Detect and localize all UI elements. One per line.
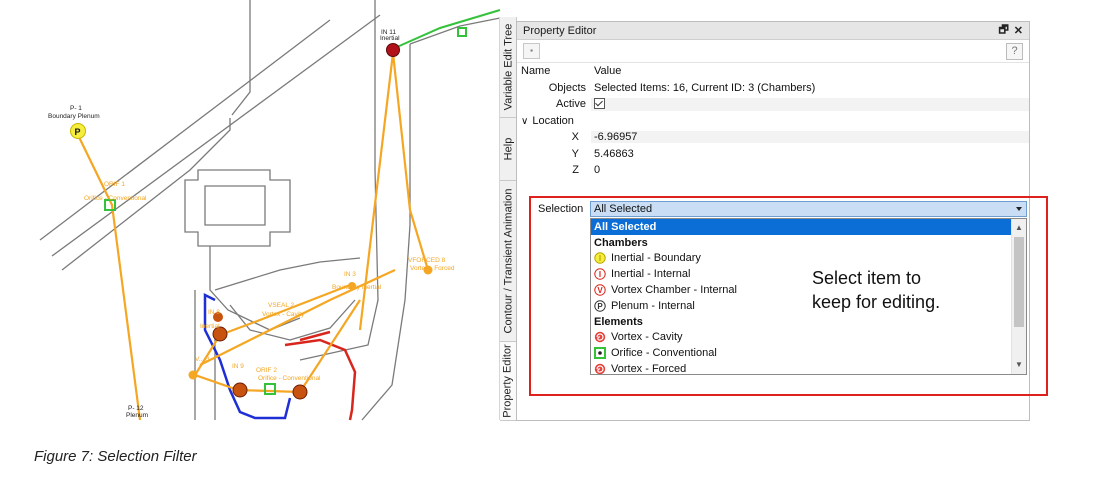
label-p1-name: Boundary Plenum bbox=[48, 113, 100, 120]
dock-tab-strip: Variable Edit Tree Help Contour / Transi… bbox=[499, 17, 517, 421]
label-orif2-name: Orifice - Conventional bbox=[258, 375, 321, 382]
toolbar-button[interactable]: ▪ bbox=[523, 43, 540, 59]
tab-property-editor[interactable]: Property Editor bbox=[500, 342, 516, 421]
label-vseal-id: VSEAL 2 bbox=[268, 302, 295, 309]
row-z[interactable]: Z 0 bbox=[517, 162, 1029, 179]
row-objects-value: Selected Items: 16, Current ID: 3 (Chamb… bbox=[594, 81, 816, 94]
wall-left-top bbox=[231, 0, 251, 116]
row-x[interactable]: X -6.96957 bbox=[517, 129, 1029, 146]
label-in3-id: IN 3 bbox=[344, 271, 356, 278]
orifice-top-icon bbox=[457, 27, 467, 37]
label-orif1-name: Orifice - Conventional bbox=[84, 195, 147, 202]
panel-titlebar: Property Editor 🗗 ✕ bbox=[517, 22, 1029, 40]
row-active-name: Active bbox=[556, 98, 586, 111]
row-y-name: Y bbox=[571, 147, 579, 160]
label-in3-name: Boundary Inertial bbox=[332, 284, 382, 291]
row-z-value[interactable]: 0 bbox=[591, 164, 1029, 176]
property-grid: Name Value Objects Selected Items: 16, C… bbox=[517, 63, 1029, 179]
label-v3-id: V... 3 bbox=[195, 356, 210, 363]
label-orif1-id: ORIF 1 bbox=[104, 181, 125, 188]
header-value: Value bbox=[594, 65, 622, 78]
wall-diagonal-inner bbox=[51, 14, 381, 257]
row-location-name: ∨ Location bbox=[517, 115, 591, 127]
label-vforced-id: VFORCED 8 bbox=[408, 257, 446, 264]
wall-right-outer bbox=[361, 44, 411, 421]
help-button[interactable]: ? bbox=[1006, 42, 1023, 60]
vortex-node-v3 bbox=[188, 370, 198, 380]
green-link-top bbox=[396, 9, 501, 48]
collapse-chevron-icon[interactable]: ∨ bbox=[521, 116, 528, 127]
tab-help-label: Help bbox=[502, 137, 514, 161]
tab-contour-label: Contour / Transient Animation bbox=[502, 188, 515, 334]
wall-block bbox=[184, 169, 291, 247]
tab-contour-transient-animation[interactable]: Contour / Transient Animation bbox=[500, 181, 516, 342]
label-orif2-id: ORIF 2 bbox=[256, 367, 277, 374]
tab-property-editor-label: Property Editor bbox=[502, 344, 514, 418]
location-label: Location bbox=[532, 114, 574, 127]
tab-variable-edit-tree-label: Variable Edit Tree bbox=[502, 23, 514, 111]
wall-top-right bbox=[409, 17, 501, 45]
label-in8-id: IN 8 bbox=[208, 309, 220, 316]
figure-caption: Figure 7: Selection Filter bbox=[34, 448, 197, 465]
panel-title: Property Editor bbox=[523, 24, 597, 37]
tab-variable-edit-tree[interactable]: Variable Edit Tree bbox=[500, 17, 516, 118]
highlight-box bbox=[529, 196, 1048, 396]
panel-toolbar: ▪ ? bbox=[517, 40, 1029, 63]
grid-header-row: Name Value bbox=[517, 63, 1029, 80]
row-y[interactable]: Y 5.46863 bbox=[517, 146, 1029, 163]
active-checkbox[interactable] bbox=[594, 97, 605, 109]
row-x-value[interactable]: -6.96957 bbox=[591, 131, 1029, 144]
wall-right-vertical bbox=[299, 0, 379, 361]
row-location[interactable]: ∨ Location bbox=[517, 113, 1029, 130]
label-p12-name: Plenum bbox=[126, 412, 148, 419]
inertial-node-in9 bbox=[232, 382, 248, 398]
flow-line-p1 bbox=[77, 134, 142, 421]
plenum-node-p1-letter: P bbox=[75, 127, 81, 137]
inertial-node-in11 bbox=[386, 43, 400, 57]
tab-help[interactable]: Help bbox=[500, 118, 516, 181]
orifice-node-2 bbox=[264, 383, 276, 395]
row-x-name: X bbox=[571, 131, 579, 144]
screenshot-canvas: P P- 1 Boundary Plenum IN 11 Inertial P-… bbox=[0, 0, 1105, 481]
label-in9-id: IN 9 bbox=[232, 363, 244, 370]
row-objects[interactable]: Objects Selected Items: 16, Current ID: … bbox=[517, 80, 1029, 97]
wall-block-inner bbox=[204, 185, 266, 226]
label-p1-id: P- 1 bbox=[70, 105, 82, 112]
label-vseal-name: Vortex - Cavity bbox=[262, 311, 305, 318]
float-window-icon[interactable]: 🗗 bbox=[998, 21, 1008, 40]
label-in8-name: Inertial bbox=[200, 323, 220, 330]
row-z-name: Z bbox=[572, 164, 579, 177]
label-p12-id: P- 12 bbox=[128, 405, 144, 412]
close-icon[interactable]: ✕ bbox=[1014, 24, 1023, 37]
row-active[interactable]: Active bbox=[517, 96, 1029, 113]
inertial-node-b bbox=[292, 384, 308, 400]
header-name: Name bbox=[521, 65, 551, 78]
label-in11-name: Inertial bbox=[380, 35, 400, 42]
network-canvas[interactable]: P P- 1 Boundary Plenum IN 11 Inertial P-… bbox=[0, 0, 505, 425]
row-y-value[interactable]: 5.46863 bbox=[591, 148, 1029, 160]
label-vforced-name: Vortex - Forced bbox=[410, 265, 455, 272]
row-objects-name: Objects bbox=[548, 81, 586, 94]
